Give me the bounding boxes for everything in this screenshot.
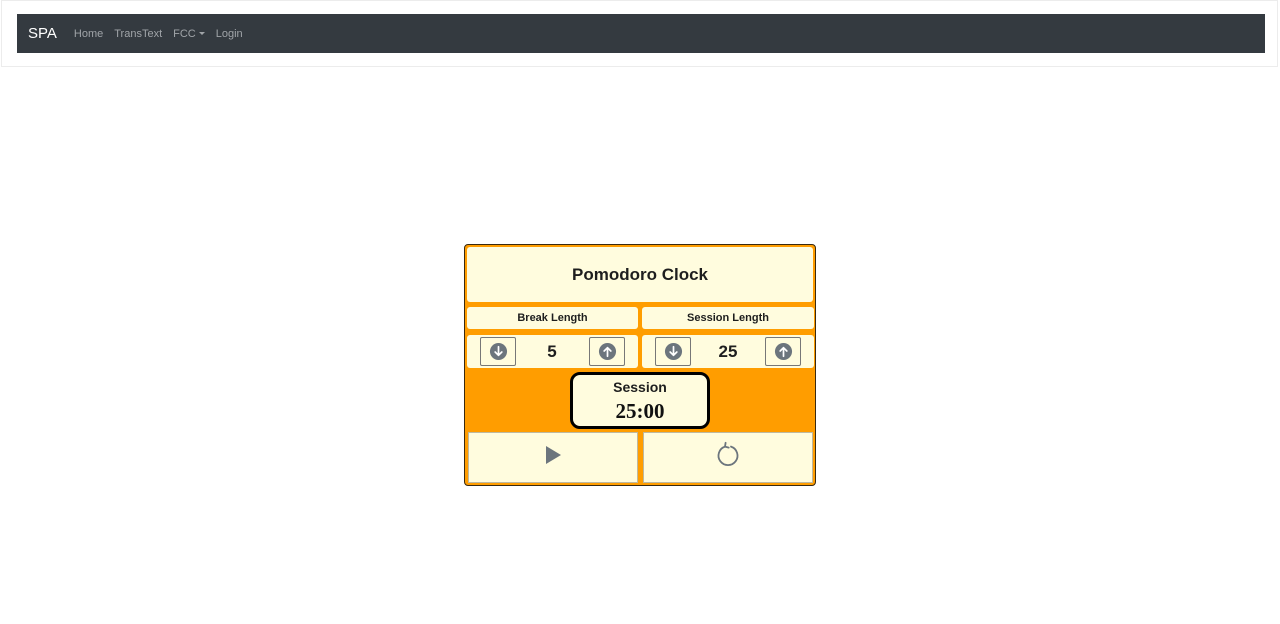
clock-title: Pomodoro Clock [467, 247, 813, 302]
break-length-value: 5 [547, 341, 557, 361]
start-stop-button[interactable] [468, 432, 638, 483]
caret-down-icon [198, 32, 205, 35]
session-length-value: 25 [718, 341, 738, 361]
navbar: SPA Home TransText FCC Login [17, 14, 1265, 53]
session-increment-button[interactable] [765, 337, 801, 366]
nav-link-login[interactable]: Login [216, 28, 243, 40]
play-icon [543, 445, 563, 470]
timer-display: Session 25:00 [570, 372, 710, 429]
session-decrement-button[interactable] [655, 337, 691, 366]
break-decrement-button[interactable] [480, 337, 516, 366]
arrow-down-circle-icon [489, 342, 508, 361]
nav-link-home[interactable]: Home [74, 28, 103, 40]
session-controls: 25 [642, 335, 814, 368]
nav-dropdown-fcc[interactable]: FCC [173, 28, 205, 40]
arrow-up-circle-icon [774, 342, 793, 361]
break-increment-button[interactable] [589, 337, 625, 366]
navbar-container: SPA Home TransText FCC Login [1, 0, 1278, 67]
break-controls: 5 [467, 335, 638, 368]
navbar-brand[interactable]: SPA [28, 25, 57, 42]
session-length-label: Session Length [642, 307, 814, 329]
arrow-down-circle-icon [664, 342, 683, 361]
arrow-up-circle-icon [598, 342, 617, 361]
nav-link-transtext[interactable]: TransText [114, 28, 162, 40]
pomodoro-clock: Pomodoro Clock Break Length Session Leng… [464, 244, 816, 486]
nav-dropdown-fcc-label: FCC [173, 27, 196, 40]
timer-label: Session [613, 379, 667, 395]
reset-button[interactable] [643, 432, 813, 483]
break-length-label: Break Length [467, 307, 638, 329]
time-left: 25:00 [615, 399, 665, 423]
reset-icon [714, 441, 742, 474]
